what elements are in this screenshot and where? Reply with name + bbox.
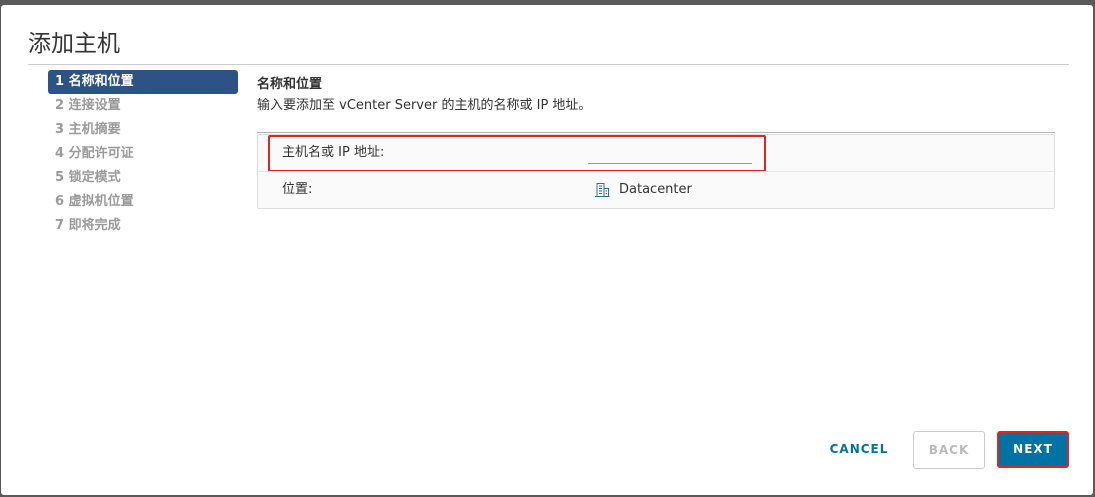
location-value[interactable]: Datacenter	[594, 172, 692, 208]
step-assign-license[interactable]: 4 分配许可证	[48, 142, 238, 166]
wizard-steps: 1 名称和位置 2 连接设置 3 主机摘要 4 分配许可证 5 锁定模式 6 虚…	[48, 70, 238, 238]
location-row: 位置: Datacenter	[258, 171, 1054, 208]
datacenter-icon	[595, 183, 610, 197]
step-host-summary[interactable]: 3 主机摘要	[48, 118, 238, 142]
step-name-and-location[interactable]: 1 名称和位置	[48, 70, 238, 94]
section-title: 名称和位置	[257, 77, 323, 92]
title-divider	[28, 64, 1069, 65]
step-lockdown-mode[interactable]: 5 锁定模式	[48, 166, 238, 190]
back-button[interactable]: BACK	[913, 431, 985, 469]
section-divider	[257, 132, 1055, 133]
location-datacenter-text: Datacenter	[619, 182, 692, 197]
section-description: 输入要添加至 vCenter Server 的主机的名称或 IP 地址。	[257, 98, 592, 113]
host-form: 主机名或 IP 地址: 位置: Datacenter	[257, 134, 1055, 209]
next-button[interactable]: NEXT	[997, 431, 1069, 468]
step-ready-to-complete[interactable]: 7 即将完成	[48, 214, 238, 238]
step-connection-settings[interactable]: 2 连接设置	[48, 94, 238, 118]
dialog-title: 添加主机	[28, 31, 120, 57]
host-name-row: 主机名或 IP 地址:	[258, 135, 1054, 172]
step-vm-location[interactable]: 6 虚拟机位置	[48, 190, 238, 214]
cancel-button[interactable]: CANCEL	[820, 431, 898, 467]
host-name-label: 主机名或 IP 地址:	[282, 145, 385, 160]
location-label: 位置:	[282, 182, 313, 197]
host-name-input[interactable]	[588, 143, 752, 164]
step-content: 名称和位置 输入要添加至 vCenter Server 的主机的名称或 IP 地…	[257, 76, 1055, 133]
